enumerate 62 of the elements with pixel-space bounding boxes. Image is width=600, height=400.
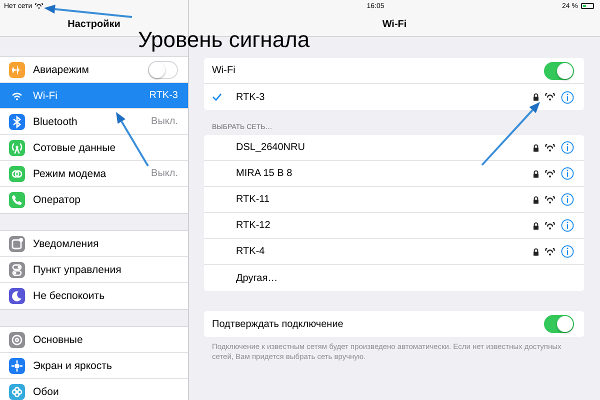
item-value: Выкл. (151, 116, 178, 127)
item-label: Оператор (33, 194, 82, 206)
network-name: DSL_2640NRU (235, 142, 306, 153)
item-label: Авиарежим (33, 64, 90, 76)
settings-item[interactable]: Экран и яркость (0, 353, 188, 379)
info-icon[interactable] (561, 167, 574, 180)
network-name: RTK-12 (235, 220, 272, 231)
settings-item[interactable]: Уведомления (0, 231, 188, 257)
item-label: Основные (33, 334, 84, 346)
panel-title: Настройки (68, 18, 120, 30)
settings-item[interactable]: Wi-Fi RTK-3 (0, 83, 188, 109)
wifi-signal-icon (545, 144, 555, 152)
item-label: Экран и яркость (33, 360, 113, 372)
toggle-switch[interactable] (544, 62, 574, 80)
battery-icon (581, 3, 594, 9)
network-row[interactable]: RTK-3 (204, 84, 584, 110)
info-icon[interactable] (561, 245, 574, 258)
item-label: Уведомления (33, 238, 100, 250)
item-label: Bluetooth (33, 116, 78, 128)
setting-label: Wi-Fi (212, 65, 236, 76)
network-row[interactable]: DSL_2640NRU (204, 135, 584, 161)
settings-item[interactable]: Сотовые данные (0, 135, 188, 161)
info-icon[interactable] (561, 193, 574, 206)
info-icon[interactable] (561, 219, 574, 232)
wifi-signal-icon (545, 170, 555, 178)
wifi-signal-icon (545, 93, 555, 101)
item-label: Обои (33, 386, 60, 398)
network-row[interactable]: RTK-11 (204, 187, 584, 213)
network-name: RTK-3 (235, 92, 266, 102)
wifi-signal-icon (545, 222, 555, 230)
settings-item[interactable]: Пункт управления (0, 257, 188, 283)
item-label: Не беспокоить (33, 290, 106, 302)
info-icon[interactable] (561, 90, 574, 104)
toggle-switch[interactable] (148, 60, 178, 78)
info-icon[interactable] (561, 141, 574, 154)
settings-item[interactable]: Обои (0, 379, 188, 400)
wifi-signal-icon (35, 3, 44, 9)
settings-item[interactable]: Режим модема Выкл. (0, 161, 188, 187)
settings-item[interactable]: Основные (0, 327, 188, 353)
annotation-arrow (481, 102, 540, 166)
network-row[interactable]: RTK-12 (204, 213, 584, 239)
network-name: MIRA 15 B 8 (235, 168, 294, 179)
item-label: Wi-Fi (33, 90, 58, 102)
toggle-switch[interactable] (544, 315, 574, 333)
wifi-signal-icon (545, 196, 555, 204)
wifi-signal-icon (545, 248, 555, 256)
network-name: RTK-11 (235, 194, 271, 205)
network-row[interactable]: MIRA 15 B 8 (204, 161, 584, 187)
panel-title: Wi-Fi (382, 18, 407, 30)
network-name: RTK-4 (235, 246, 266, 257)
annotation-text: Уровень сигнала (138, 29, 310, 51)
item-label: Режим модема (33, 168, 108, 180)
network-row[interactable]: RTK-4 (204, 239, 584, 265)
item-label: Сотовые данные (33, 142, 117, 154)
settings-item[interactable]: Не беспокоить (0, 283, 188, 309)
annotation-arrow (116, 112, 149, 167)
settings-item[interactable]: Оператор (0, 187, 188, 213)
item-label: Пункт управления (33, 264, 122, 276)
setting-label: Подтверждать подключение (212, 318, 344, 330)
item-value: Выкл. (151, 168, 178, 179)
item-value: RTK-3 (149, 90, 178, 101)
other-network-link[interactable]: Другая… (228, 272, 574, 284)
